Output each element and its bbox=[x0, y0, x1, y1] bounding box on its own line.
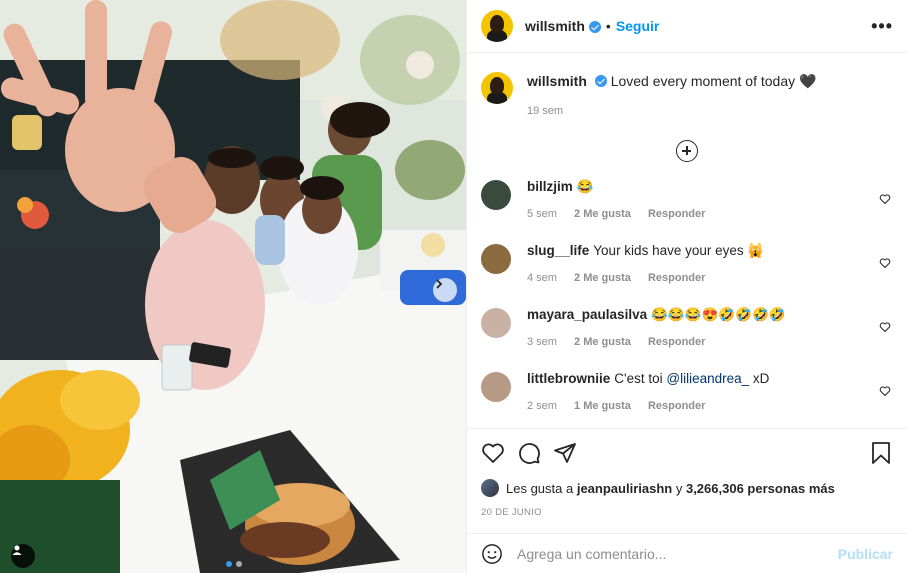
heart-icon[interactable] bbox=[879, 384, 891, 397]
likes-count[interactable]: 3,266,306 personas más bbox=[686, 481, 835, 496]
verified-icon bbox=[594, 75, 607, 87]
user-tag-button[interactable] bbox=[11, 544, 35, 568]
add-comment-bar: Publicar bbox=[467, 533, 907, 573]
heart-icon[interactable] bbox=[879, 320, 891, 333]
avatar[interactable] bbox=[481, 479, 499, 497]
verified-icon bbox=[588, 21, 601, 33]
reply-button[interactable]: Responder bbox=[648, 336, 705, 348]
avatar[interactable] bbox=[481, 72, 513, 104]
share-icon[interactable] bbox=[553, 441, 577, 465]
reply-button[interactable]: Responder bbox=[648, 272, 705, 284]
comment-username[interactable]: mayara_paulasilva bbox=[527, 307, 647, 322]
reply-button[interactable]: Responder bbox=[648, 400, 705, 412]
post-actions: Les gusta a jeanpauliriashn y 3,266,306 … bbox=[467, 428, 907, 518]
comment-text: C'est toi bbox=[614, 371, 667, 386]
separator-dot: • bbox=[605, 18, 611, 34]
bookmark-icon[interactable] bbox=[869, 441, 893, 465]
comment-input[interactable] bbox=[517, 545, 838, 562]
heart-icon[interactable] bbox=[879, 256, 891, 269]
comment-item: slug__life Your kids have your eyes 🙀 4 s… bbox=[481, 242, 893, 306]
comment-item: littlebrowniie C'est toi @lilieandrea_ xD… bbox=[481, 370, 893, 428]
post-date[interactable]: 20 DE JUNIO bbox=[481, 507, 893, 518]
post-photo[interactable] bbox=[0, 0, 466, 573]
likes-prefix: Les gusta a bbox=[506, 480, 574, 496]
avatar[interactable] bbox=[481, 180, 511, 210]
heart-icon[interactable] bbox=[879, 192, 891, 205]
heart-icon[interactable] bbox=[481, 441, 505, 465]
comment-likes[interactable]: 2 Me gusta bbox=[574, 272, 631, 284]
post-caption: willsmith Loved every moment of today 🖤 … bbox=[481, 72, 893, 120]
comment-likes[interactable]: 2 Me gusta bbox=[574, 208, 631, 220]
comment-username[interactable]: slug__life bbox=[527, 243, 589, 258]
carousel-next-button[interactable] bbox=[433, 278, 457, 302]
comment-username[interactable]: littlebrowniie bbox=[527, 371, 610, 386]
post-header: willsmith • Seguir ••• bbox=[467, 0, 907, 53]
mention-link[interactable]: @lilieandrea_ bbox=[666, 371, 749, 386]
carousel-indicator bbox=[226, 561, 242, 567]
comment-time[interactable]: 2 sem bbox=[527, 400, 557, 412]
comment-time[interactable]: 3 sem bbox=[527, 336, 557, 348]
emoji-icon[interactable] bbox=[481, 543, 503, 565]
avatar[interactable] bbox=[481, 308, 511, 338]
comment-item: mayara_paulasilva 😂😂😂😍🤣🤣🤣🤣 3 sem 2 Me gus… bbox=[481, 306, 893, 370]
publish-button[interactable]: Publicar bbox=[838, 546, 893, 562]
caption-username[interactable]: willsmith bbox=[527, 73, 587, 89]
follow-button[interactable]: Seguir bbox=[616, 18, 660, 34]
likes-connector: y bbox=[675, 480, 683, 496]
comment-time[interactable]: 5 sem bbox=[527, 208, 557, 220]
likes-summary: Les gusta a jeanpauliriashn y 3,266,306 … bbox=[481, 479, 893, 497]
reply-button[interactable]: Responder bbox=[648, 208, 705, 220]
comment-icon[interactable] bbox=[517, 441, 541, 465]
plus-circle-icon[interactable] bbox=[676, 140, 698, 162]
header-username[interactable]: willsmith bbox=[525, 18, 585, 34]
carousel-dot bbox=[236, 561, 242, 567]
comment-likes[interactable]: 1 Me gusta bbox=[574, 400, 631, 412]
photo-illustration bbox=[0, 0, 466, 573]
comment-time[interactable]: 4 sem bbox=[527, 272, 557, 284]
likes-user[interactable]: jeanpauliriashn bbox=[577, 481, 672, 496]
load-more-comments[interactable] bbox=[481, 140, 893, 162]
avatar[interactable] bbox=[481, 10, 513, 42]
more-icon[interactable]: ••• bbox=[871, 16, 893, 37]
comment-text: Your kids have your eyes 🙀 bbox=[593, 243, 765, 258]
comment-text: 😂😂😂😍🤣🤣🤣🤣 bbox=[651, 307, 786, 322]
comment-username[interactable]: billzjim bbox=[527, 179, 573, 194]
avatar[interactable] bbox=[481, 372, 511, 402]
comment-text-after: xD bbox=[749, 371, 770, 386]
comment-item: billzjim 😂 5 sem 2 Me gusta Responder bbox=[481, 178, 893, 242]
comments-list[interactable]: willsmith Loved every moment of today 🖤 … bbox=[467, 54, 907, 428]
carousel-dot-active bbox=[226, 561, 232, 567]
comment-likes[interactable]: 2 Me gusta bbox=[574, 336, 631, 348]
caption-text: Loved every moment of today 🖤 bbox=[610, 73, 817, 89]
caption-time[interactable]: 19 sem bbox=[527, 105, 563, 117]
comment-text: 😂 bbox=[576, 179, 594, 194]
post-side-panel: willsmith • Seguir ••• willsmith Loved e… bbox=[466, 0, 907, 573]
avatar[interactable] bbox=[481, 244, 511, 274]
